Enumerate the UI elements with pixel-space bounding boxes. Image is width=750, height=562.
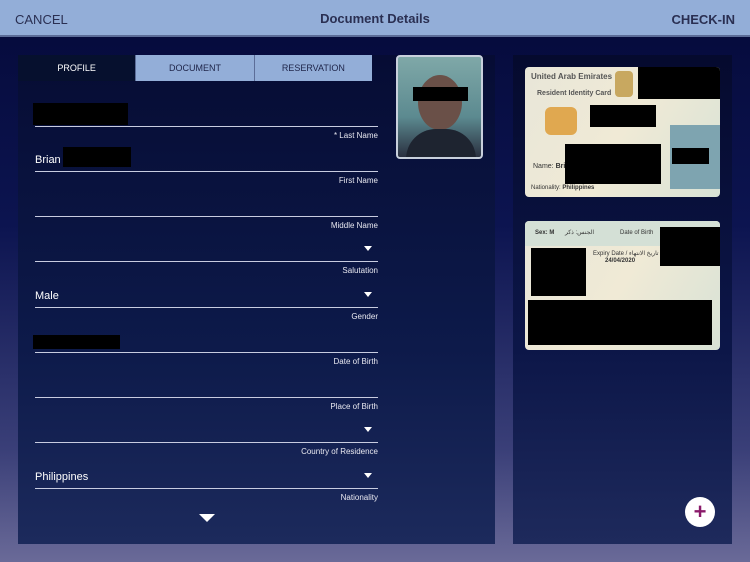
- tab-reservation[interactable]: RESERVATION: [253, 55, 372, 81]
- expiry-date: 24/04/2020: [605, 258, 636, 264]
- card-sex: Sex: M: [535, 230, 555, 236]
- redaction: [565, 144, 661, 184]
- tab-bar: PROFILE DOCUMENT RESERVATION: [18, 55, 372, 81]
- dropdown-arrow-icon: [364, 427, 372, 432]
- page-title: Document Details: [320, 11, 430, 26]
- id-card-front[interactable]: United Arab Emirates Resident Identity C…: [525, 67, 720, 197]
- redaction: [531, 248, 586, 296]
- dropdown-arrow-icon: [364, 292, 372, 297]
- dropdown-arrow-icon: [364, 246, 372, 251]
- nationality-select[interactable]: Philippines Nationality: [35, 463, 378, 508]
- salutation-select[interactable]: Salutation: [35, 236, 378, 281]
- guest-photo[interactable]: [396, 55, 483, 159]
- date-of-birth-field[interactable]: Date of Birth: [35, 327, 378, 372]
- redaction: [660, 227, 720, 266]
- middle-name-field[interactable]: Middle Name: [35, 191, 378, 236]
- card-sex-arabic: الجنس: ذكر: [565, 230, 595, 236]
- redaction: [528, 300, 712, 345]
- redaction: [590, 105, 656, 127]
- nationality-label: Nationality:: [531, 185, 561, 191]
- card-country: United Arab Emirates: [531, 72, 613, 81]
- tab-document[interactable]: DOCUMENT: [135, 55, 254, 81]
- redaction: [63, 147, 131, 167]
- card-nationality: Philippines: [562, 185, 595, 191]
- id-card-back[interactable]: Sex: M الجنس: ذكر Date of Birth Expiry D…: [525, 221, 720, 350]
- country-of-residence-select[interactable]: Country of Residence: [35, 417, 378, 462]
- top-bar: CANCEL Document Details CHECK-IN: [0, 0, 750, 37]
- expiry-label: Expiry Date / تاريخ الانتهاء: [593, 251, 659, 257]
- tab-profile[interactable]: PROFILE: [18, 55, 136, 81]
- add-document-button[interactable]: +: [685, 497, 715, 527]
- place-of-birth-field[interactable]: Place of Birth: [35, 372, 378, 417]
- gender-select[interactable]: Male Gender: [35, 282, 378, 327]
- redaction: [413, 87, 468, 101]
- redaction: [672, 148, 709, 164]
- check-in-button[interactable]: CHECK-IN: [671, 12, 735, 27]
- name-label: Name:: [533, 163, 554, 170]
- card-type: Resident Identity Card: [537, 90, 612, 97]
- dob-label: Date of Birth: [620, 230, 654, 236]
- emblem-icon: [615, 71, 633, 97]
- redaction: [33, 103, 128, 125]
- expand-more-icon[interactable]: [199, 514, 215, 522]
- redaction: [33, 335, 120, 349]
- redaction: [638, 67, 720, 99]
- chip-icon: [545, 107, 577, 135]
- dropdown-arrow-icon: [364, 473, 372, 478]
